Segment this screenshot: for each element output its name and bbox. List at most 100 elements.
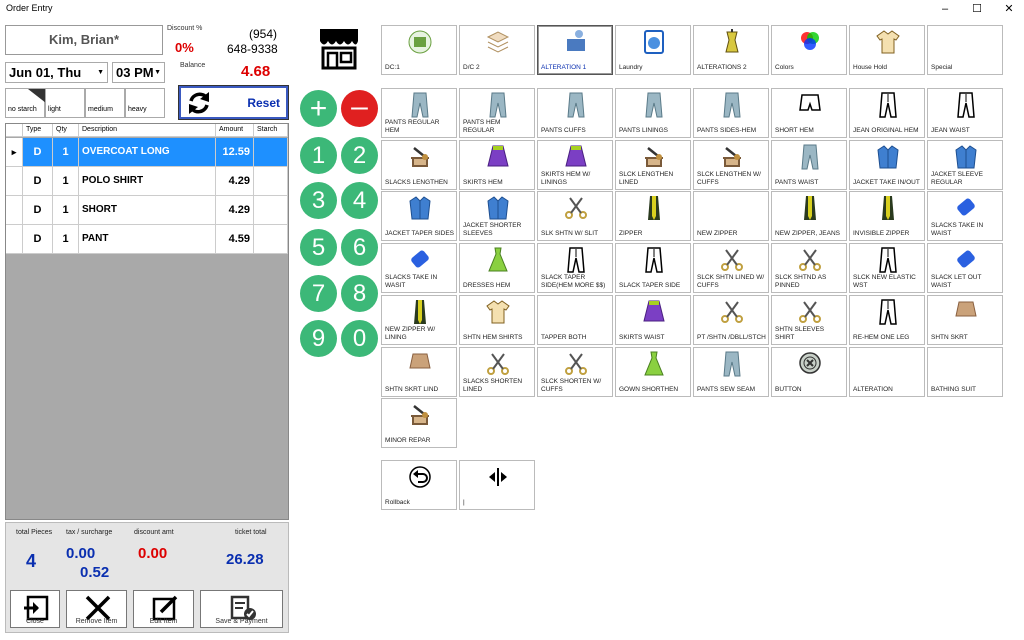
alteration-item-tile[interactable]: SLCK SHORTEN W/ CUFFS [537, 346, 613, 397]
category-tile[interactable]: ALTERATIONS 2 [693, 25, 769, 75]
table-row[interactable]: ▸ D 1 OVERCOAT LONG 12.59 [6, 138, 288, 167]
table-row[interactable]: D 1 PANT 4.59 [6, 225, 288, 254]
alteration-item-tile[interactable]: SLCK SHTND AS PINNED [771, 243, 847, 294]
header-description[interactable]: Description [79, 124, 216, 137]
starch-light[interactable]: light [45, 88, 85, 118]
alteration-item-tile[interactable]: SHTN SKRT LIND [381, 346, 457, 397]
alteration-item-tile[interactable]: SLACK LET OUT WAIST [927, 243, 1003, 294]
remove-item-button[interactable]: Remove Item [66, 590, 127, 628]
customer-name[interactable]: Kim, Brian* [5, 25, 163, 55]
alteration-item-tile[interactable]: PANTS HEM REGULAR [459, 88, 535, 138]
alteration-item-tile[interactable]: PANTS SEW SEAM [693, 346, 769, 397]
digit-6-button[interactable]: 6 [341, 229, 378, 266]
alteration-item-tile[interactable]: SLACKS TAKE IN WASIT [381, 243, 457, 294]
alteration-item-tile[interactable]: BATHING SUIT [927, 346, 1003, 397]
plus-button[interactable]: + [300, 90, 337, 127]
category-tile[interactable]: D/C 2 [459, 25, 535, 75]
digit-0-button[interactable]: 0 [341, 320, 378, 357]
digit-2-button[interactable]: 2 [341, 137, 378, 174]
alteration-item-tile[interactable]: SLK SHTN W/ SLIT [537, 191, 613, 242]
alteration-item-tile[interactable]: SLACKS LENGTHEN [381, 139, 457, 190]
rollback-button[interactable]: Rollback [381, 460, 457, 510]
digit-4-button[interactable]: 4 [341, 182, 378, 219]
header-qty[interactable]: Qty [53, 124, 79, 137]
minus-button[interactable]: – [341, 90, 378, 127]
alteration-item-tile[interactable]: RE-HEM ONE LEG [849, 294, 925, 345]
category-tile[interactable]: Laundry [615, 25, 691, 75]
alteration-item-tile[interactable]: BUTTON [771, 346, 847, 397]
split-button[interactable]: | [459, 460, 535, 510]
maximize-button[interactable]: ☐ [962, 0, 992, 18]
alteration-item-tile[interactable]: SKIRTS HEM W/ LININGS [537, 139, 613, 190]
scissors-icon [720, 299, 744, 325]
alteration-item-tile[interactable]: MINOR REPAR [381, 398, 457, 449]
time-dropdown[interactable]: 03 PM ▼ [112, 62, 165, 83]
alteration-item-tile[interactable]: SKIRTS HEM [459, 139, 535, 190]
alteration-item-tile[interactable]: JACKET SLEEVE REGULAR [927, 139, 1003, 190]
alteration-item-tile[interactable]: SHTN HEM SHIRTS [459, 294, 535, 345]
alteration-item-tile[interactable]: JACKET SHORTER SLEEVES [459, 191, 535, 242]
alteration-item-tile[interactable]: ALTERATION [849, 346, 925, 397]
alteration-item-tile[interactable]: SLCK LENGTHEN LINED [615, 139, 691, 190]
alteration-item-tile[interactable]: SLACKS SHORTEN LINED [459, 346, 535, 397]
table-row[interactable]: D 1 POLO SHIRT 4.29 [6, 167, 288, 196]
alteration-item-tile[interactable]: SLACK TAPER SIDE(HEM MORE $$) [537, 243, 613, 294]
alteration-item-tile[interactable]: SHTN SKRT [927, 294, 1003, 345]
alteration-item-tile[interactable]: SLACKS TAKE IN WAIST [927, 191, 1003, 242]
digit-7-button[interactable]: 7 [300, 275, 337, 312]
starch-heavy[interactable]: heavy [125, 88, 165, 118]
alteration-item-tile[interactable]: JACKET TAKE IN/OUT [849, 139, 925, 190]
store-icon[interactable] [316, 26, 362, 72]
digit-3-button[interactable]: 3 [300, 182, 337, 219]
date-dropdown[interactable]: Jun 01, Thu ▼ [5, 62, 108, 83]
starch-medium[interactable]: medium [85, 88, 125, 118]
alteration-item-tile[interactable]: SHTN SLEEVES SHIRT [771, 294, 847, 345]
alteration-item-tile[interactable]: NEW ZIPPER, JEANS [771, 191, 847, 242]
alteration-item-tile[interactable]: ZIPPER [615, 191, 691, 242]
category-tile[interactable]: Special [927, 25, 1003, 75]
digit-5-button[interactable]: 5 [300, 229, 337, 266]
alteration-item-tile[interactable]: PANTS CUFFS [537, 88, 613, 138]
save-payment-button[interactable]: Save & Payment [200, 590, 283, 628]
cell-desc: POLO SHIRT [79, 167, 216, 195]
category-tile[interactable]: House Hold [849, 25, 925, 75]
header-type[interactable]: Type [23, 124, 53, 137]
close-window-button[interactable]: ✕ [994, 0, 1024, 18]
alteration-item-tile[interactable]: SLCK NEW ELASTIC WST [849, 243, 925, 294]
close-order-button[interactable]: Close [10, 590, 60, 628]
alteration-item-tile[interactable]: JACKET TAPER SIDES [381, 191, 457, 242]
alteration-item-tile[interactable]: DRESSES HEM [459, 243, 535, 294]
alteration-item-tile[interactable]: JEAN WAIST [927, 88, 1003, 138]
digit-9-button[interactable]: 9 [300, 320, 337, 357]
reset-button[interactable]: Reset [178, 85, 289, 120]
header-starch[interactable]: Starch [254, 124, 288, 137]
starch-no-starch[interactable]: no starch [5, 88, 46, 118]
digit-1-button[interactable]: 1 [300, 137, 337, 174]
alteration-item-tile[interactable]: SLCK LENGTHEN W/ CUFFS [693, 139, 769, 190]
alteration-item-tile[interactable]: PT /SHTN /DBLL/STCH [693, 294, 769, 345]
alteration-item-tile[interactable]: JEAN ORIGINAL HEM [849, 88, 925, 138]
alteration-item-tile[interactable]: INVISIBLE ZIPPER [849, 191, 925, 242]
alteration-item-tile[interactable]: SLACK TAPER SIDE [615, 243, 691, 294]
alteration-item-tile[interactable]: SHORT HEM [771, 88, 847, 138]
table-row[interactable]: D 1 SHORT 4.29 [6, 196, 288, 225]
category-tile[interactable]: ALTERATION 1 [537, 25, 613, 75]
digit-8-button[interactable]: 8 [341, 275, 378, 312]
cell-qty: 1 [53, 138, 79, 166]
alteration-item-tile[interactable]: SLCK SHTN LINED W/ CUFFS [693, 243, 769, 294]
alteration-item-tile[interactable]: PANTS LININGS [615, 88, 691, 138]
alteration-item-tile[interactable]: GOWN SHORTHEN [615, 346, 691, 397]
edit-item-button[interactable]: Edit Item [133, 590, 194, 628]
header-amount[interactable]: Amount [216, 124, 254, 137]
minimize-button[interactable]: – [930, 0, 960, 18]
category-tile[interactable]: DC:1 [381, 25, 457, 75]
alteration-item-tile[interactable]: PANTS REGULAR HEM [381, 88, 457, 138]
order-items-grid[interactable]: Type Qty Description Amount Starch ▸ D 1 OV… [5, 123, 289, 520]
alteration-item-tile[interactable]: PANTS WAIST [771, 139, 847, 190]
alteration-item-tile[interactable]: SKIRTS WAIST [615, 294, 691, 345]
alteration-item-tile[interactable]: TAPPER BOTH [537, 294, 613, 345]
category-tile[interactable]: Colors [771, 25, 847, 75]
alteration-item-tile[interactable]: PANTS SIDES-HEM [693, 88, 769, 138]
alteration-item-tile[interactable]: NEW ZIPPER W/ LINING [381, 294, 457, 345]
alteration-item-tile[interactable]: NEW ZIPPER [693, 191, 769, 242]
